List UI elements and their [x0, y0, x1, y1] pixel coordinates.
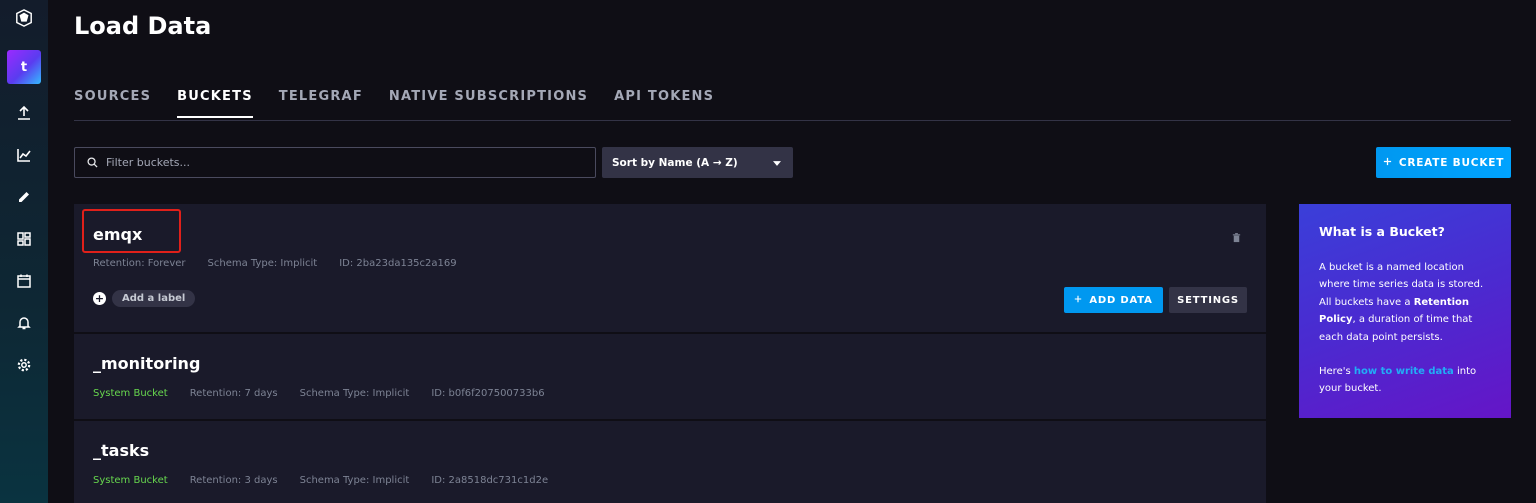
create-bucket-label: CREATE BUCKET [1398, 156, 1505, 169]
filter-buckets-input[interactable] [106, 156, 586, 169]
bucket-schema-type: Schema Type: Implicit [207, 258, 318, 269]
bucket-meta: System Bucket Retention: 3 days Schema T… [93, 475, 548, 486]
bucket-id: ID: b0f6f207500733b6 [431, 388, 545, 399]
info-title: What is a Bucket? [1319, 224, 1445, 239]
bucket-retention: Retention: 7 days [189, 388, 278, 399]
bucket-schema-type: Schema Type: Implicit [299, 388, 410, 399]
plus-icon [1074, 295, 1082, 306]
plus-icon [1383, 157, 1392, 169]
info-paragraph: Here's how to write data into your bucke… [1319, 363, 1491, 398]
page-title: Load Data [74, 12, 212, 40]
bucket-meta: Retention: Forever Schema Type: Implicit… [93, 258, 457, 269]
bucket-retention: Retention: 3 days [189, 475, 278, 486]
tab-divider [74, 120, 1511, 121]
tab-buckets[interactable]: BUCKETS [177, 89, 253, 118]
trash-icon[interactable] [1231, 228, 1243, 243]
pencil-icon[interactable] [0, 176, 48, 218]
data-upload-icon[interactable] [0, 92, 48, 134]
bucket-name[interactable]: emqx [93, 225, 142, 244]
info-paragraph: A bucket is a named location where time … [1319, 259, 1491, 346]
filter-buckets-field[interactable] [74, 147, 596, 178]
graph-icon[interactable] [0, 134, 48, 176]
tab-sources[interactable]: SOURCES [74, 89, 151, 118]
create-bucket-button[interactable]: CREATE BUCKET [1376, 147, 1511, 178]
influxdb-logo-icon[interactable] [14, 8, 34, 28]
bucket-card-monitoring: _monitoring System Bucket Retention: 7 d… [74, 334, 1266, 419]
org-avatar[interactable]: t [7, 50, 41, 84]
bucket-id: ID: 2a8518dc731c1d2e [431, 475, 549, 486]
tab-telegraf[interactable]: TELEGRAF [279, 89, 363, 118]
bucket-schema-type: Schema Type: Implicit [299, 475, 410, 486]
bucket-card-emqx: emqx Retention: Forever Schema Type: Imp… [74, 204, 1266, 332]
bucket-id: ID: 2ba23da135c2a169 [339, 258, 457, 269]
tab-api-tokens[interactable]: API TOKENS [614, 89, 714, 118]
sort-dropdown[interactable]: Sort by Name (A → Z) [602, 147, 793, 178]
add-label-plus-icon[interactable]: + [93, 292, 106, 305]
sort-dropdown-label: Sort by Name (A → Z) [612, 156, 738, 169]
what-is-a-bucket-panel: What is a Bucket? A bucket is a named lo… [1299, 204, 1511, 418]
tab-native-subscriptions[interactable]: NATIVE SUBSCRIPTIONS [389, 89, 588, 118]
bucket-name[interactable]: _tasks [93, 441, 149, 460]
bucket-retention: Retention: Forever [93, 258, 186, 269]
info-body: A bucket is a named location where time … [1319, 259, 1491, 398]
add-label-control[interactable]: + Add a label [93, 290, 196, 307]
system-bucket-tag: System Bucket [93, 388, 168, 399]
system-bucket-tag: System Bucket [93, 475, 168, 486]
caret-down-icon [773, 157, 781, 169]
add-label-button[interactable]: Add a label [112, 290, 196, 307]
info-text: Here's [1319, 366, 1354, 378]
search-icon [87, 153, 98, 172]
bucket-meta: System Bucket Retention: 7 days Schema T… [93, 388, 545, 399]
gear-icon[interactable] [0, 344, 48, 386]
calendar-icon[interactable] [0, 260, 48, 302]
dashboard-icon[interactable] [0, 218, 48, 260]
settings-button[interactable]: SETTINGS [1169, 287, 1247, 313]
tab-bar: SOURCES BUCKETS TELEGRAF NATIVE SUBSCRIP… [74, 89, 740, 118]
add-data-label: ADD DATA [1089, 294, 1153, 306]
bucket-card-tasks: _tasks System Bucket Retention: 3 days S… [74, 421, 1266, 503]
bucket-name[interactable]: _monitoring [93, 354, 200, 373]
how-to-write-data-link[interactable]: how to write data [1354, 366, 1454, 377]
sidebar: t [0, 0, 48, 503]
bell-icon[interactable] [0, 302, 48, 344]
add-data-button[interactable]: ADD DATA [1064, 287, 1163, 313]
